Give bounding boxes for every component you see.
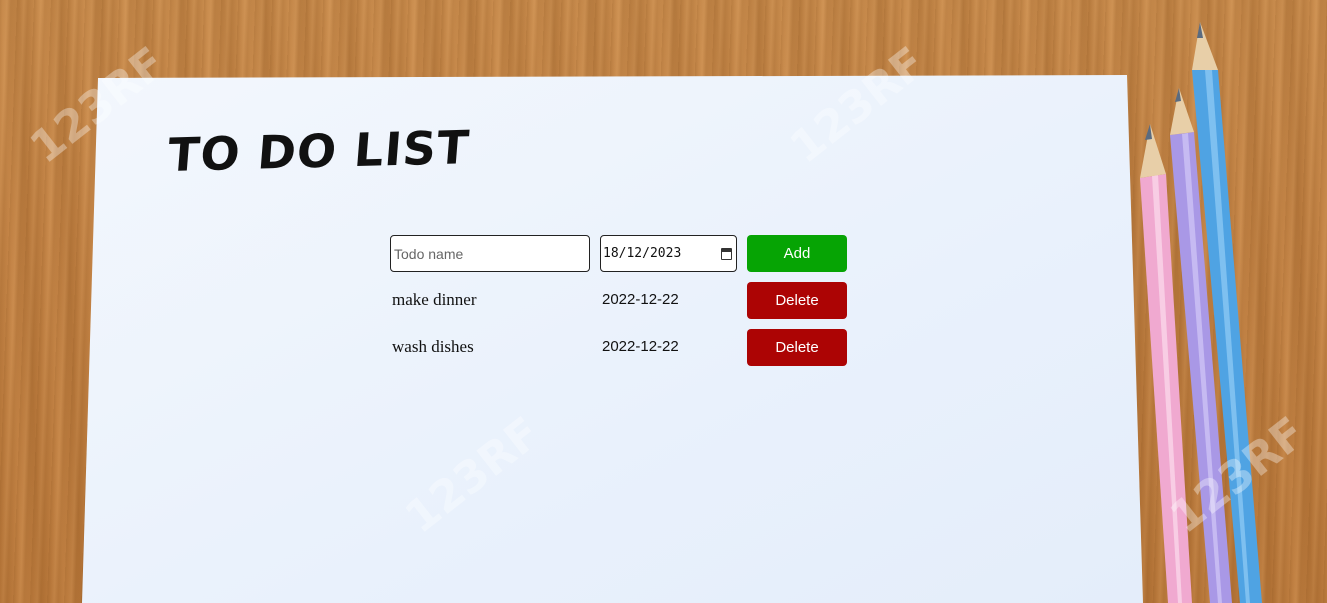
todo-item-date: 2022-12-22 bbox=[602, 338, 679, 355]
todo-item-name: wash dishes bbox=[392, 337, 474, 356]
delete-button[interactable]: Delete bbox=[747, 329, 847, 366]
page-title: TO DO LIST bbox=[165, 120, 472, 182]
date-value: 18/12/2023 bbox=[603, 246, 682, 261]
todo-item-date: 2022-12-22 bbox=[602, 291, 679, 308]
add-button[interactable]: Add bbox=[747, 235, 847, 272]
todo-item: wash dishes 2022-12-22 Delete bbox=[390, 329, 850, 366]
todo-name-input[interactable] bbox=[390, 235, 590, 272]
new-todo-form: 18/12/2023 Add bbox=[390, 235, 850, 272]
todo-item-name: make dinner bbox=[392, 290, 477, 309]
delete-button[interactable]: Delete bbox=[747, 282, 847, 319]
todo-app: 18/12/2023 Add make dinner 2022-12-22 De… bbox=[390, 235, 850, 376]
todo-item: make dinner 2022-12-22 Delete bbox=[390, 282, 850, 319]
todo-date-input[interactable]: 18/12/2023 bbox=[600, 235, 737, 272]
calendar-icon[interactable] bbox=[721, 247, 732, 260]
